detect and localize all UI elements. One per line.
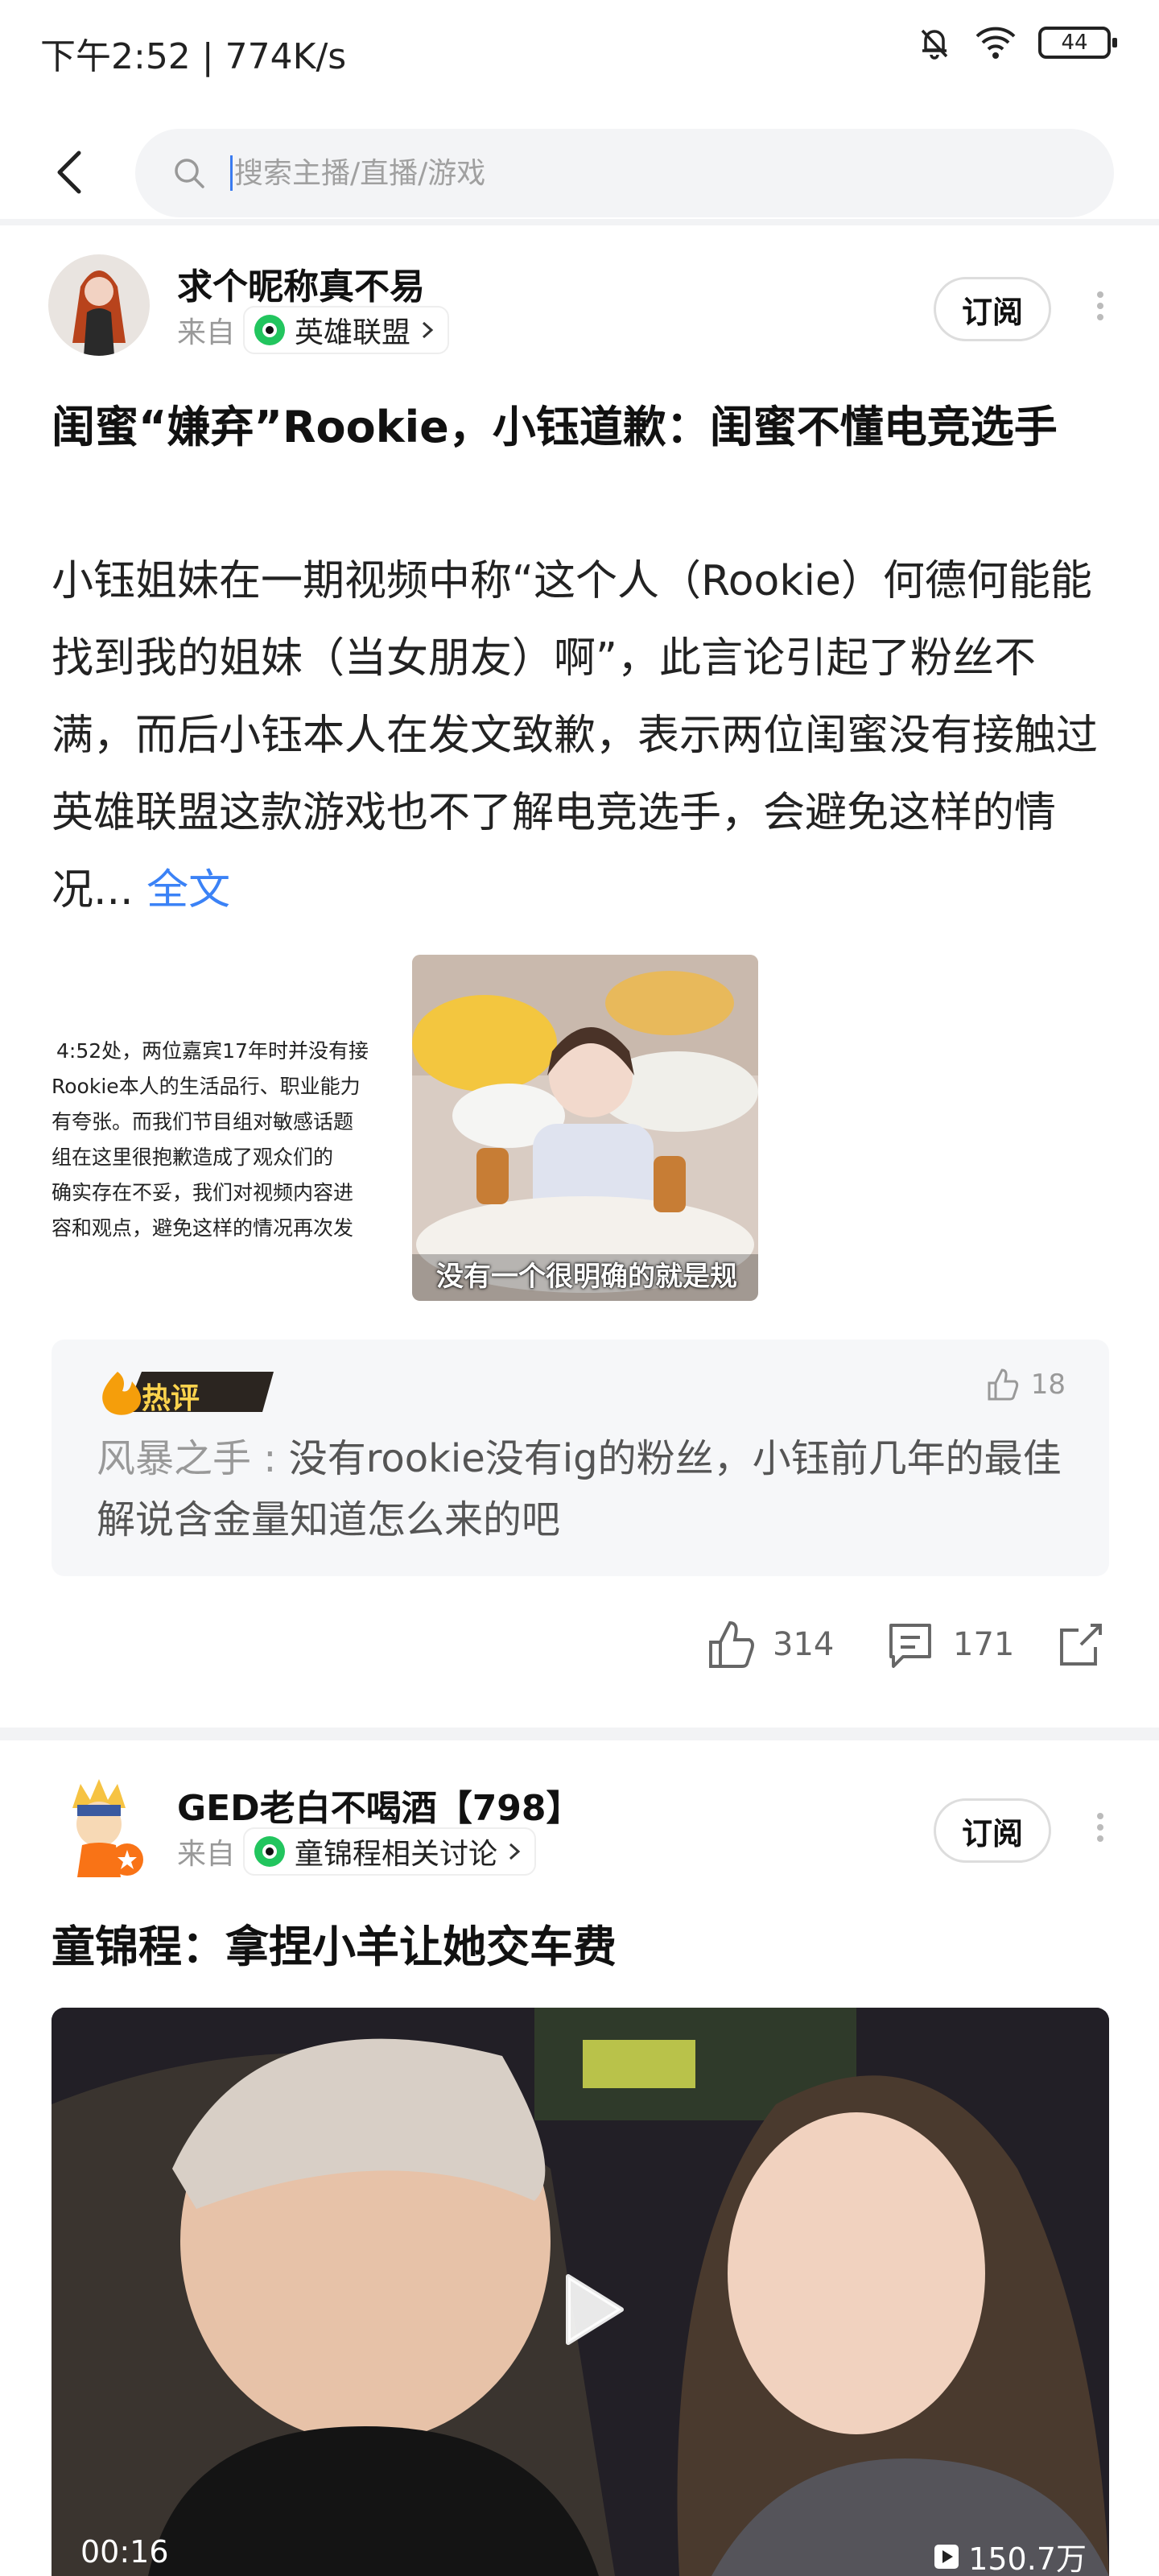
search-bar: [0, 121, 1159, 225]
author-name[interactable]: 求个昵称真不易: [177, 258, 425, 309]
status-icons: 44: [916, 24, 1117, 61]
from-label: 来自: [177, 316, 236, 349]
video-still-caption: 没有一个很明确的就是规: [436, 1261, 737, 1293]
from-label: 来自: [177, 1838, 236, 1871]
search-icon: [175, 159, 204, 188]
more-options-icon[interactable]: [1088, 1808, 1112, 1856]
avatar[interactable]: [48, 254, 150, 356]
post-image-video-still[interactable]: 没有一个很明确的就是规: [412, 955, 758, 1301]
play-count-icon: [934, 2544, 959, 2569]
topic-chip[interactable]: 英雄联盟: [243, 306, 450, 354]
share-action[interactable]: [1054, 1618, 1107, 1671]
more-options-icon[interactable]: [1088, 287, 1112, 335]
from-row: 来自 童锦程相关讨论: [177, 1827, 537, 1876]
thumbs-up-icon: [709, 1621, 754, 1668]
author-row: GED老白不喝酒【798】 来自 童锦程相关讨论 订阅: [48, 1776, 1111, 1880]
wifi-icon: [975, 27, 1016, 59]
subscribe-button[interactable]: 订阅: [934, 277, 1051, 341]
post-image-notice[interactable]: 4:52处，两位嘉宾17年时并没有接 Rookie本人的生活品行、职业能力 有夸…: [52, 955, 399, 1301]
video-duration: 00:16: [80, 2534, 169, 2570]
share-icon: [1060, 1624, 1102, 1666]
post-body[interactable]: 小钰姐妹在一期视频中称“这个人（Rookie）何德何能能找到我的姐妹（当女朋友）…: [52, 543, 1106, 929]
post-title[interactable]: 童锦程：拿捏小羊让她交车费: [52, 1909, 1106, 1985]
notice-line: 确实存在不妥，我们对视频内容进: [52, 1181, 354, 1204]
video-view-count: 150.7万: [968, 2541, 1087, 2576]
subscribe-button[interactable]: 订阅: [934, 1798, 1051, 1863]
post-title[interactable]: 闺蜜“嫌弃”Rookie，小钰道歉：闺蜜不懂电竞选手: [52, 390, 1106, 465]
full-text-link[interactable]: 全文: [146, 866, 230, 914]
notice-line: 容和观点，避免这样的情况再次发: [52, 1216, 354, 1240]
like-action[interactable]: 314: [703, 1618, 834, 1671]
notice-line: 4:52处，两位嘉宾17年时并没有接: [56, 1039, 369, 1063]
comment-icon: [889, 1624, 931, 1668]
comment-count: 171: [953, 1626, 1015, 1663]
hot-comment-text: 风暴之手 : 没有rookie没有ig的粉丝，小钰前几年的最佳解说含金量知道怎么…: [97, 1428, 1079, 1550]
author-row: 求个昵称真不易 来自 英雄联盟 订阅: [48, 254, 1111, 359]
from-row: 来自 英雄联盟: [177, 306, 450, 354]
play-icon[interactable]: [544, 2265, 633, 2354]
hot-comment-user[interactable]: 风暴之手 :: [97, 1436, 289, 1481]
hot-comment-badge: 热评: [93, 1365, 274, 1418]
notice-line: 有夸张。而我们节目组对敏感话题: [52, 1110, 354, 1133]
divider: [0, 219, 1159, 225]
topic-icon: [254, 1836, 286, 1867]
topic-label: 童锦程相关讨论: [295, 1838, 498, 1871]
text-cursor: [230, 155, 233, 191]
post-body-text: 小钰姐妹在一期视频中称“这个人（Rookie）何德何能能找到我的姐妹（当女朋友）…: [52, 557, 1099, 914]
chevron-right-icon: [509, 1843, 521, 1860]
notice-line: 组在这里很抱歉造成了观众们的: [52, 1146, 334, 1169]
video-player[interactable]: 00:16 150.7万: [52, 2008, 1109, 2576]
status-bar: 下午2:52 | 774K/s 44: [0, 0, 1159, 100]
divider: [0, 1728, 1159, 1740]
hot-comment-like[interactable]: 18: [984, 1367, 1066, 1402]
topic-label: 英雄联盟: [295, 316, 411, 349]
hot-comment-label: 热评: [142, 1382, 200, 1415]
video-views: 150.7万: [933, 2534, 1087, 2576]
hot-comment-box[interactable]: 热评 18 风暴之手 : 没有rookie没有ig的粉丝，小钰前几年的最佳解说含…: [52, 1340, 1109, 1576]
like-count: 314: [773, 1626, 835, 1663]
battery-icon: 44: [1038, 27, 1117, 59]
search-input[interactable]: [234, 156, 959, 190]
avatar[interactable]: [48, 1776, 150, 1877]
search-box[interactable]: [135, 129, 1114, 217]
post-action-bar: 314 171: [0, 1618, 1159, 1690]
mute-bell-icon: [921, 29, 948, 60]
topic-icon: [254, 315, 286, 345]
chevron-right-icon: [423, 321, 434, 339]
back-arrow-icon[interactable]: [48, 148, 97, 196]
thumbs-up-icon: [988, 1368, 1018, 1401]
notice-line: Rookie本人的生活品行、职业能力: [52, 1075, 361, 1098]
comment-action[interactable]: 171: [884, 1618, 1014, 1671]
topic-chip[interactable]: 童锦程相关讨论: [243, 1827, 537, 1876]
author-name[interactable]: GED老白不喝酒【798】: [177, 1779, 582, 1831]
status-time: 下午2:52 | 774K/s: [40, 36, 347, 77]
hot-comment-like-count: 18: [1030, 1368, 1066, 1401]
